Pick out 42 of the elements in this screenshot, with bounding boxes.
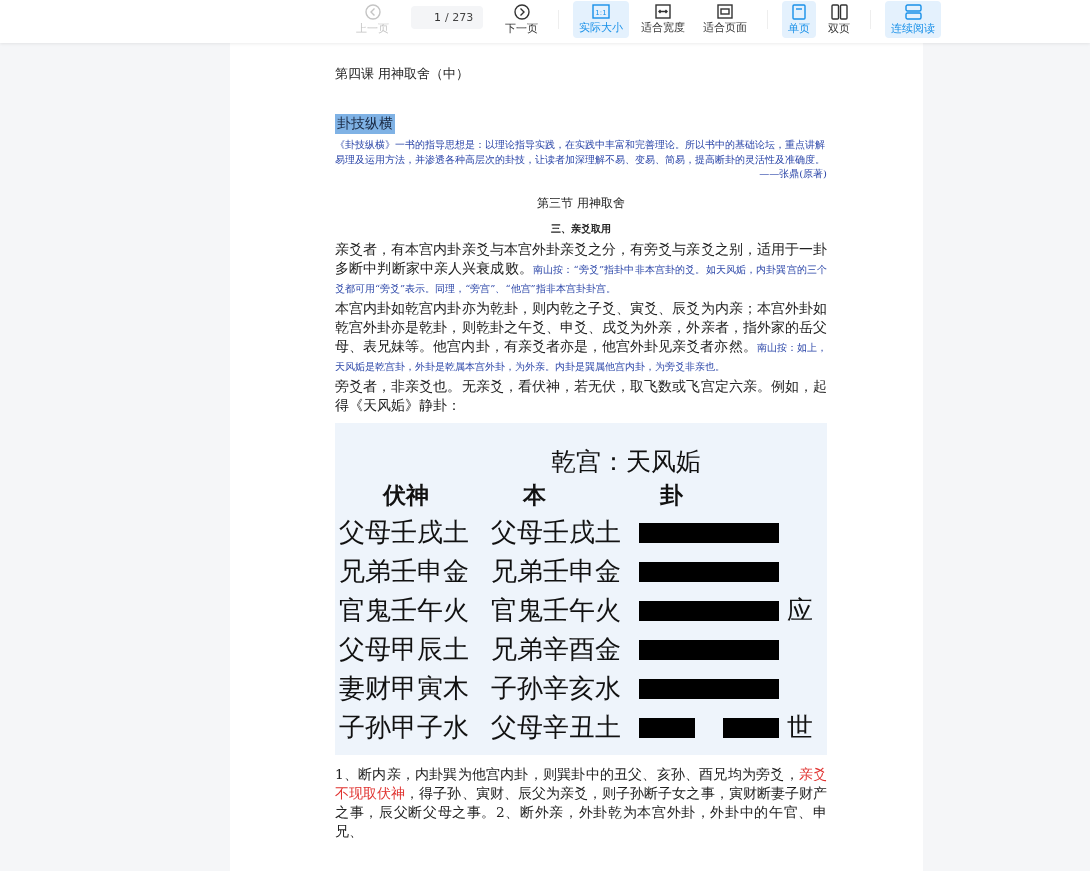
fit-width-icon: [655, 4, 672, 19]
fit-page-button[interactable]: 适合页面: [697, 1, 754, 38]
body-paragraph: 旁爻者，非亲爻也。无亲爻，看伏神，若无伏，取飞数或飞宫定六亲。例如，起得《天风姤》静卦：: [335, 377, 827, 415]
section-title: 第三节 用神取舍: [536, 195, 626, 212]
bengua-text: 官鬼壬午火: [490, 594, 622, 627]
bengua-text: 父母壬戌土: [490, 516, 622, 549]
body-paragraph: 1、断内亲，内卦巽为他宫内卦，则巽卦中的丑父、亥孙、酉兄均为旁爻，亲爻不现取伏神，得子孙、寅财、辰父为亲爻，则子孙断子女之事，寅财断妻子财产之事，辰父断父母之事。2、断外亲，外卦乾为本宫外卦，外卦中的午官、申兄、: [335, 765, 827, 841]
bengua-text: 子孙辛亥水: [490, 672, 622, 705]
page-total: / 273: [445, 6, 484, 29]
bengua-text: 父母辛丑土: [490, 711, 622, 744]
line-marker: 世: [787, 711, 813, 744]
author-credit: ——张鼎(原著): [759, 167, 827, 181]
line-marker: 应: [787, 594, 813, 627]
subsection-title: 三、亲爻取用: [550, 222, 612, 236]
column-header: 伏神: [381, 481, 430, 510]
intro-paragraph: 《卦技纵横》一书的指导思想是：以理论指导实践，在实践中丰富和完善理论。所以书中的基础论坛，重点讲解易理及运用方法，并渗透各种高层次的卦技，让读者加深理解不易、变易、简易，提高断卦的灵活性及准确度。: [335, 138, 826, 167]
fushen-text: 官鬼壬午火: [338, 594, 470, 627]
lesson-title: 第四课 用神取舍（中）: [335, 65, 471, 83]
figure-title: 乾宫：天风姤: [550, 446, 702, 478]
column-header: 本: [521, 481, 547, 510]
fushen-text: 父母壬戌土: [338, 516, 470, 549]
fushen-text: 父母甲辰土: [338, 633, 470, 666]
fushen-text: 兄弟壬申金: [338, 555, 470, 588]
continuous-icon: [904, 3, 922, 20]
next-page-button[interactable]: 下一页: [499, 1, 545, 38]
fushen-text: 子孙甲子水: [338, 711, 470, 744]
page-number-field[interactable]: 1: [411, 6, 445, 29]
body-paragraph: 亲爻者，有本宫内卦亲爻与本宫外卦亲爻之分，有旁爻与亲爻之别，适用于一卦多断中判断家中亲人兴衰成败。南山按：“旁爻”指卦中非本宫卦的爻。如天风姤，内卦巽宫的三个爻都可用“旁爻”表示。同理，“旁宫”、“他宫”指非本宫卦卦宫。: [335, 240, 827, 296]
fit-page-icon: [717, 4, 734, 19]
fushen-text: 妻财甲寅木: [338, 672, 470, 705]
column-header: 卦: [659, 481, 684, 510]
next-icon: [513, 3, 530, 20]
highlighted-title: 卦技纵横: [335, 114, 395, 134]
fit-width-button[interactable]: 适合宽度: [635, 1, 692, 38]
previous-icon: [364, 3, 381, 20]
body-paragraph: 本宫内卦如乾宫内卦亦为乾卦，则内乾之子爻、寅爻、辰爻为内亲；本宫外卦如乾宫外卦亦是乾卦，则乾卦之午爻、申爻、戌爻为外亲，外亲者，指外家的岳父母、表兄妹等。他宫内卦，有亲爻者亦是，他宫外卦见亲爻者亦然。南山按：如上，天风姤是乾宫卦，外卦是乾属本宫外卦，为外亲。内卦是巽属他宫内卦，为旁爻非亲也。: [335, 299, 827, 374]
single-page-icon: [792, 3, 807, 20]
bengua-text: 兄弟壬申金: [490, 555, 622, 588]
bengua-text: 兄弟辛酉金: [490, 633, 622, 666]
broken-line-icon: [639, 717, 779, 738]
double-page-icon: [830, 3, 848, 20]
double-button[interactable]: 双页: [822, 1, 857, 38]
